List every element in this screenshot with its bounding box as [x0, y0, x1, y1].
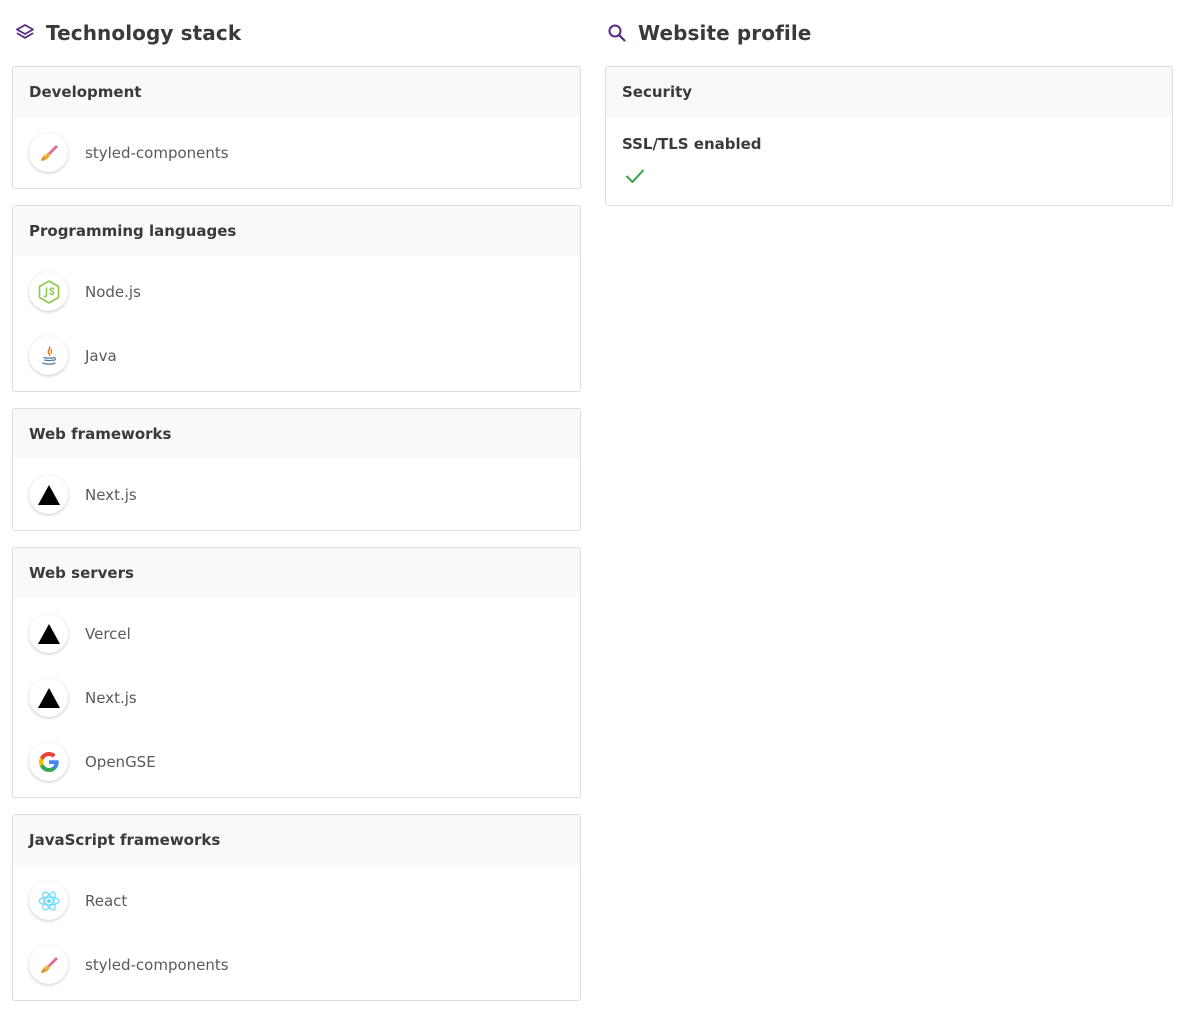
category-header: Programming languages — [13, 206, 580, 256]
category-header: Web servers — [13, 548, 580, 598]
styled-components-icon — [29, 133, 68, 172]
tech-item-styled-components[interactable]: styled-components — [29, 944, 308, 985]
styled-components-icon — [29, 945, 68, 984]
security-card: Security SSL/TLS enabled — [605, 66, 1173, 206]
tech-name: Next.js — [85, 688, 137, 707]
tech-item-java[interactable]: Java — [29, 335, 308, 376]
java-icon — [29, 336, 68, 375]
tech-item-react[interactable]: React — [29, 880, 308, 921]
search-icon — [606, 22, 628, 44]
react-icon — [29, 881, 68, 920]
category-card-web-servers: Web servers Vercel Next.js OpenGSE — [12, 547, 581, 798]
nextjs-icon — [29, 475, 68, 514]
nodejs-icon — [29, 272, 68, 311]
category-card-javascript-frameworks: JavaScript frameworks React styled-compo… — [12, 814, 581, 1001]
ssl-tls-label: SSL/TLS enabled — [622, 135, 762, 153]
website-profile-title: Website profile — [638, 21, 812, 45]
category-header: JavaScript frameworks — [13, 815, 580, 865]
nextjs-icon — [29, 678, 68, 717]
tech-item-nodejs[interactable]: Node.js — [29, 271, 308, 312]
category-card-development: Development styled-components — [12, 66, 581, 189]
category-card-web-frameworks: Web frameworks Next.js — [12, 408, 581, 531]
tech-name: Java — [85, 346, 117, 365]
tech-name: React — [85, 891, 128, 910]
category-header: Web frameworks — [13, 409, 580, 459]
tech-name: Vercel — [85, 624, 131, 643]
vercel-icon — [29, 614, 68, 653]
category-card-programming-languages: Programming languages Node.js Java — [12, 205, 581, 392]
website-profile-section: Website profile Security SSL/TLS enabled — [605, 0, 1173, 222]
tech-name: styled-components — [85, 955, 229, 974]
tech-item-styled-components[interactable]: styled-components — [29, 132, 308, 173]
technology-stack-section: Technology stack Development styled-comp… — [12, 0, 581, 1017]
category-header: Development — [13, 67, 580, 117]
google-icon — [29, 742, 68, 781]
tech-name: Node.js — [85, 282, 141, 301]
tech-name: OpenGSE — [85, 752, 156, 771]
tech-item-nextjs[interactable]: Next.js — [29, 474, 308, 515]
tech-name: styled-components — [85, 143, 229, 162]
website-profile-heading: Website profile — [605, 0, 1173, 66]
technology-stack-heading: Technology stack — [12, 0, 581, 66]
tech-item-vercel[interactable]: Vercel — [29, 613, 308, 654]
tech-item-opengse[interactable]: OpenGSE — [29, 741, 308, 782]
layers-icon — [14, 22, 36, 44]
technology-stack-title: Technology stack — [46, 21, 242, 45]
tech-name: Next.js — [85, 485, 137, 504]
checkmark-icon — [624, 165, 646, 187]
security-header: Security — [606, 67, 1172, 117]
tech-item-nextjs[interactable]: Next.js — [29, 677, 308, 718]
